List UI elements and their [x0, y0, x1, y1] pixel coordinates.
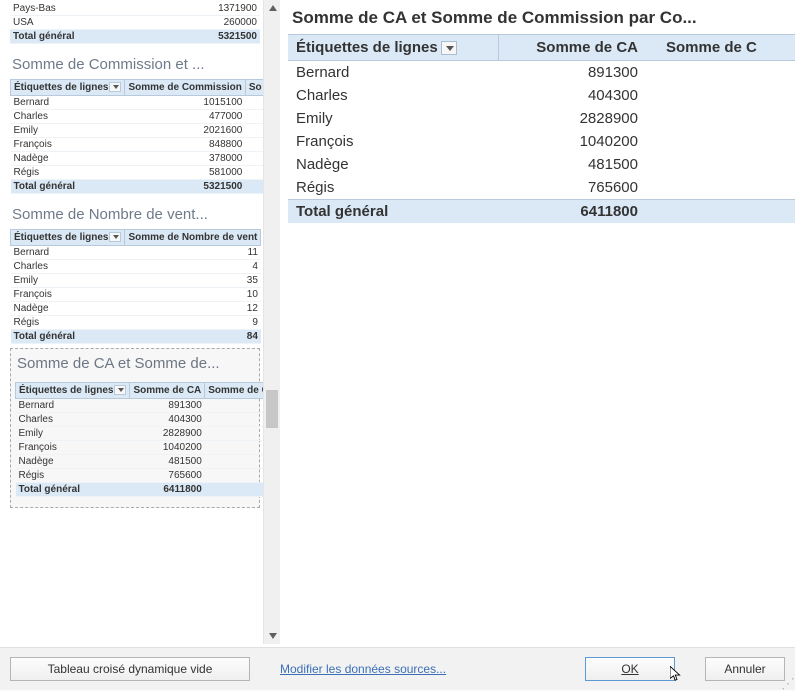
- row-val: 404300: [498, 84, 658, 107]
- row-label: François: [288, 130, 498, 153]
- row-label: Régis: [16, 469, 130, 483]
- row-label: Nadège: [11, 152, 125, 166]
- edit-sources-link[interactable]: Modifier les données sources...: [280, 662, 555, 676]
- dropdown-icon[interactable]: [109, 232, 121, 242]
- row-val: 481500: [130, 455, 205, 469]
- row-val: 9: [125, 316, 261, 330]
- row-val: 765600: [498, 176, 658, 200]
- thumb-selected-ca[interactable]: Somme de CA et Somme de... Étiquettes de…: [10, 348, 260, 508]
- col-header-labels[interactable]: Étiquettes de lignes: [11, 80, 125, 96]
- row-label: Charles: [16, 413, 130, 427]
- row-label: François: [11, 288, 125, 302]
- row-val: 481500: [498, 153, 658, 176]
- main-pivot-table: Étiquettes de lignes Somme de CA Somme d…: [288, 34, 795, 223]
- row-label: Charles: [288, 84, 498, 107]
- total-label: Total général: [288, 200, 498, 224]
- scroll-up-button[interactable]: [265, 0, 280, 16]
- col-header-commission[interactable]: Somme de Commission: [125, 80, 245, 96]
- resize-grip-icon[interactable]: ⋰: [781, 678, 793, 690]
- row-val: 1040200: [498, 130, 658, 153]
- row-val: 1015100: [125, 96, 245, 110]
- row-label: Bernard: [11, 96, 125, 110]
- row-val: 2021600: [125, 124, 245, 138]
- mini-table-1-partial: Pays-Bas1371900 USA260000 Total général5…: [10, 2, 260, 44]
- cancel-button[interactable]: Annuler: [705, 657, 785, 681]
- row-label: Régis: [11, 316, 125, 330]
- total-val: 6411800: [498, 200, 658, 224]
- row-val: 477000: [125, 110, 245, 124]
- row-val: 10: [125, 288, 261, 302]
- row-label: François: [11, 138, 125, 152]
- row-val: 848800: [125, 138, 245, 152]
- thumb-title-ventes[interactable]: Somme de Nombre de vent...: [10, 198, 260, 229]
- total-label: Total général: [11, 330, 125, 344]
- total-val: 6411800: [130, 483, 205, 497]
- row-label: François: [16, 441, 130, 455]
- row-val: 1040200: [130, 441, 205, 455]
- dropdown-icon[interactable]: [109, 82, 121, 92]
- dropdown-icon[interactable]: [441, 41, 457, 55]
- row-label: Nadège: [288, 153, 498, 176]
- row-label: Charles: [11, 260, 125, 274]
- row-label: Emily: [11, 124, 125, 138]
- total-val: 5321500: [160, 30, 260, 44]
- row-val: 12: [125, 302, 261, 316]
- row-label: Charles: [11, 110, 125, 124]
- thumb-title-ca: Somme de CA et Somme de...: [15, 353, 255, 382]
- row-label: Régis: [11, 166, 125, 180]
- row-label: Bernard: [288, 61, 498, 85]
- vertical-scrollbar[interactable]: [263, 0, 280, 644]
- row-label: Bernard: [11, 246, 125, 260]
- total-val: 5321500: [125, 180, 245, 194]
- total-label: Total général: [11, 180, 125, 194]
- row-val: 11: [125, 246, 261, 260]
- row-val: 260000: [160, 16, 260, 30]
- row-val: 891300: [498, 61, 658, 85]
- col-header-labels[interactable]: Étiquettes de lignes: [16, 383, 130, 399]
- row-val: 581000: [125, 166, 245, 180]
- main-col-labels[interactable]: Étiquettes de lignes: [288, 35, 498, 61]
- main-col-ca[interactable]: Somme de CA: [498, 35, 658, 61]
- row-label: USA: [10, 16, 160, 30]
- mini-table-ventes: Étiquettes de lignes Somme de Nombre de …: [10, 229, 261, 344]
- row-val: 378000: [125, 152, 245, 166]
- row-label: Pays-Bas: [10, 2, 160, 16]
- main-preview-panel: Somme de CA et Somme de Commission par C…: [280, 0, 795, 647]
- ok-button[interactable]: OK: [585, 657, 675, 681]
- row-label: Emily: [11, 274, 125, 288]
- row-label: Bernard: [16, 399, 130, 413]
- total-label: Total général: [10, 30, 160, 44]
- row-val: 4: [125, 260, 261, 274]
- row-val: 35: [125, 274, 261, 288]
- row-val: 2828900: [130, 427, 205, 441]
- scroll-down-button[interactable]: [265, 628, 280, 644]
- row-val: 891300: [130, 399, 205, 413]
- row-label: Nadège: [16, 455, 130, 469]
- main-col-overflow: Somme de C: [658, 35, 795, 61]
- col-header-labels[interactable]: Étiquettes de lignes: [11, 230, 125, 246]
- row-val: 404300: [130, 413, 205, 427]
- row-val: 2828900: [498, 107, 658, 130]
- left-scroll-area: Pays-Bas1371900 USA260000 Total général5…: [10, 2, 278, 642]
- mini-table-ca: Étiquettes de lignes Somme de CA Somme d…: [15, 382, 273, 497]
- row-val: 1371900: [160, 2, 260, 16]
- empty-pivot-button[interactable]: Tableau croisé dynamique vide: [10, 657, 250, 681]
- mini-table-commission: Étiquettes de lignes Somme de Commission…: [10, 79, 266, 194]
- dropdown-icon[interactable]: [114, 385, 126, 395]
- total-val: 84: [125, 330, 261, 344]
- row-label: Nadège: [11, 302, 125, 316]
- row-val: 765600: [130, 469, 205, 483]
- bottom-action-bar: Tableau croisé dynamique vide Modifier l…: [0, 648, 795, 690]
- total-label: Total général: [16, 483, 130, 497]
- row-label: Emily: [288, 107, 498, 130]
- col-header-ca[interactable]: Somme de CA: [130, 383, 205, 399]
- scroll-thumb[interactable]: [266, 390, 278, 428]
- left-preview-panel: Pays-Bas1371900 USA260000 Total général5…: [0, 0, 280, 647]
- row-label: Emily: [16, 427, 130, 441]
- row-label: Régis: [288, 176, 498, 200]
- thumb-title-commission[interactable]: Somme de Commission et ...: [10, 48, 260, 79]
- main-title: Somme de CA et Somme de Commission par C…: [288, 8, 795, 34]
- col-header-ventes[interactable]: Somme de Nombre de vent: [125, 230, 261, 246]
